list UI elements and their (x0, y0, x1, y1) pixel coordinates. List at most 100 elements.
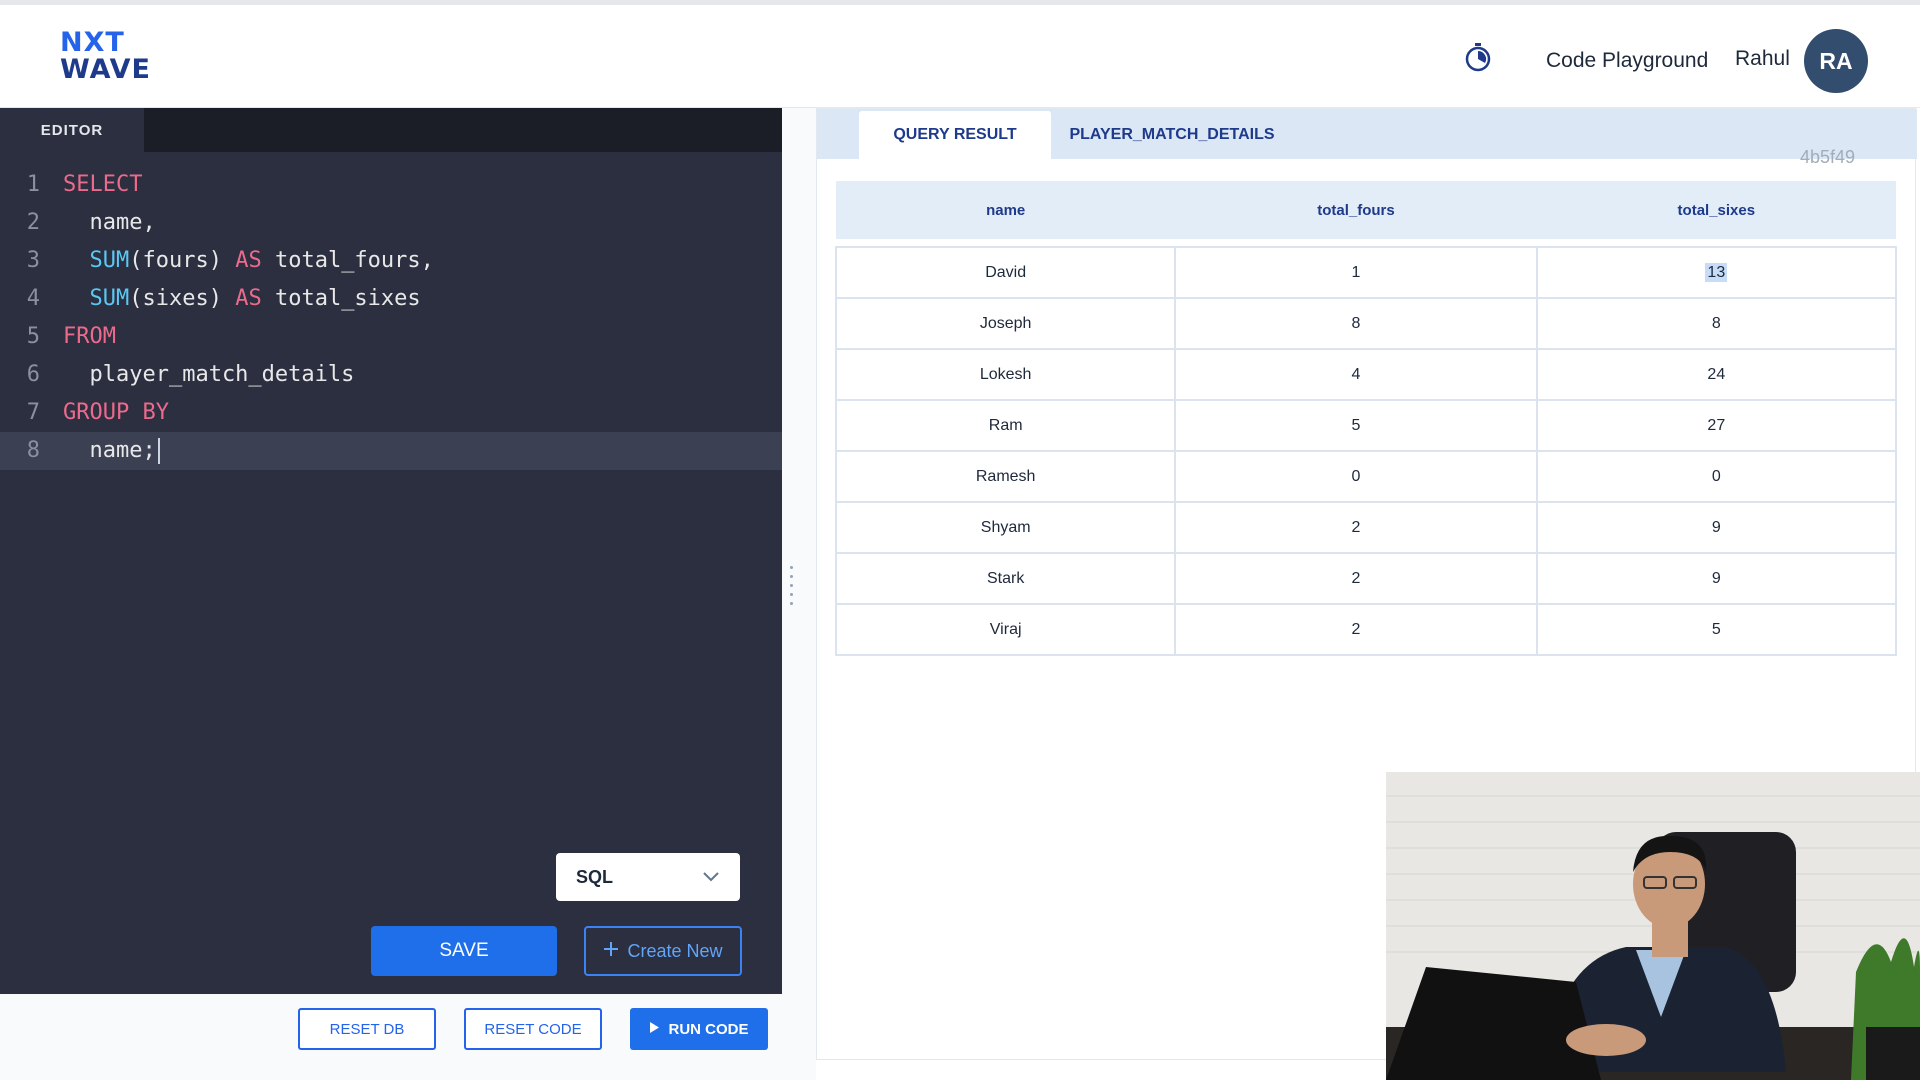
code-line[interactable]: 3 SUM(fours) AS total_fours, (0, 242, 782, 280)
code-token: name, (63, 210, 156, 235)
user-name[interactable]: Rahul (1735, 47, 1790, 71)
table-cell: 0 (1535, 450, 1898, 503)
result-table: name total_fours total_sixes David 1 13 Jos… (834, 181, 1898, 656)
logo[interactable]: NXT WAVE (60, 29, 150, 85)
cell-value: 2 (1351, 620, 1361, 638)
run-code-label: RUN CODE (668, 1020, 749, 1038)
table-cell: Joseph (834, 297, 1177, 350)
table-cell: 5 (1535, 603, 1898, 656)
table-cell: 2 (1174, 501, 1538, 554)
code-line[interactable]: 1 SELECT (0, 166, 782, 204)
code-line[interactable]: 2 name, (0, 204, 782, 242)
code-token: (sixes) (129, 286, 236, 311)
code-text: FROM (63, 318, 116, 356)
keyword-token: FROM (63, 324, 116, 349)
code-token: total_fours, (261, 248, 434, 273)
code-line[interactable]: 4 SUM(sixes) AS total_sixes (0, 280, 782, 318)
cell-value: 9 (1711, 518, 1721, 536)
create-new-button[interactable]: Create New (584, 926, 742, 976)
session-hash: 4b5f49 (1799, 147, 1855, 167)
stopwatch-icon[interactable] (1462, 41, 1494, 73)
cell-value: Viraj (989, 620, 1022, 638)
code-line[interactable]: 6 player_match_details (0, 356, 782, 394)
drag-handle-icon[interactable] (790, 566, 794, 614)
cell-value: 8 (1351, 314, 1361, 332)
table-cell: Lokesh (834, 348, 1177, 401)
table-cell: Ram (834, 399, 1177, 452)
table-row: David 1 13 (834, 246, 1898, 299)
cell-value: 27 (1707, 416, 1726, 434)
reset-code-button[interactable]: RESET CODE (464, 1008, 602, 1050)
logo-line-1: NXT (60, 27, 125, 58)
avatar[interactable]: RA (1804, 29, 1868, 93)
line-number: 2 (26, 210, 40, 235)
language-select[interactable]: SQL (556, 853, 740, 901)
table-cell: Viraj (834, 603, 1177, 656)
table-row: Shyam 2 9 (834, 501, 1898, 554)
table-cell: 13 (1535, 246, 1898, 299)
code-token: (fours) (129, 248, 236, 273)
column-header: total_sixes (1536, 181, 1896, 239)
table-row: Stark 2 9 (834, 552, 1898, 605)
chevron-down-icon (702, 867, 720, 888)
column-header: name (836, 181, 1176, 239)
tab-query-result[interactable]: QUERY RESULT (859, 111, 1051, 159)
code-playground-link[interactable]: Code Playground (1546, 49, 1708, 73)
language-select-value: SQL (576, 866, 614, 887)
save-button[interactable]: SAVE (371, 926, 557, 976)
code-text: SELECT (63, 166, 142, 204)
table-cell: 2 (1174, 603, 1538, 656)
table-row: Joseph 8 8 (834, 297, 1898, 350)
code-token: name; (63, 438, 156, 463)
table-cell: Shyam (834, 501, 1177, 554)
cell-value: David (985, 263, 1027, 281)
table-cell: 4 (1174, 348, 1538, 401)
table-cell: Ramesh (834, 450, 1177, 503)
function-token: SUM (89, 248, 130, 273)
table-cell: 5 (1174, 399, 1538, 452)
text-cursor (157, 438, 160, 464)
table-row: Viraj 2 5 (834, 603, 1898, 656)
app-header: NXT WAVE Code Playground Rahul RA (0, 5, 1920, 108)
cell-value: 2 (1351, 518, 1361, 536)
code-line[interactable]: 5 FROM (0, 318, 782, 356)
cell-value: 5 (1351, 416, 1361, 434)
tab-player-match-details[interactable]: PLAYER_MATCH_DETAILS (1067, 111, 1277, 159)
keyword-token: SELECT (63, 172, 143, 197)
table-cell: 9 (1535, 552, 1898, 605)
code-line[interactable]: 8 name; (0, 432, 782, 470)
cell-value: Ram (988, 416, 1023, 434)
code-text: name, (63, 204, 156, 242)
code-editor[interactable]: EDITOR 1 SELECT 2 name, 3 SUM(fours) AS tot… (0, 108, 782, 994)
cell-value: 13 (1705, 262, 1728, 282)
table-cell: 1 (1174, 246, 1538, 299)
table-row: Ramesh 0 0 (834, 450, 1898, 503)
logo-line-2: WAVE (60, 54, 151, 85)
table-cell: 9 (1535, 501, 1898, 554)
cell-value: 0 (1711, 467, 1721, 485)
column-header: total_fours (1175, 181, 1537, 239)
line-number: 4 (26, 286, 40, 311)
cell-value: 9 (1711, 569, 1721, 587)
keyword-token: GROUP BY (63, 400, 169, 425)
create-new-label: Create New (627, 940, 723, 961)
cell-value: 24 (1707, 365, 1726, 383)
code-area[interactable]: 1 SELECT 2 name, 3 SUM(fours) AS total_four… (0, 166, 782, 470)
cell-value: Stark (986, 569, 1025, 587)
cell-value: Lokesh (979, 365, 1032, 383)
line-number: 8 (26, 438, 40, 463)
table-cell: David (834, 246, 1177, 299)
webcam-feed (1386, 772, 1920, 1080)
table-cell: 24 (1535, 348, 1898, 401)
code-line[interactable]: 7 GROUP BY (0, 394, 782, 432)
code-text: name; (63, 432, 160, 470)
tab-editor[interactable]: EDITOR (0, 108, 144, 152)
code-token: player_match_details (63, 362, 355, 387)
cell-value: 5 (1711, 620, 1721, 638)
run-code-button[interactable]: RUN CODE (630, 1008, 768, 1050)
table-row: Ram 5 27 (834, 399, 1898, 452)
editor-tabbar: EDITOR (0, 108, 782, 152)
pane-splitter[interactable] (782, 108, 816, 1080)
reset-db-button[interactable]: RESET DB (298, 1008, 436, 1050)
